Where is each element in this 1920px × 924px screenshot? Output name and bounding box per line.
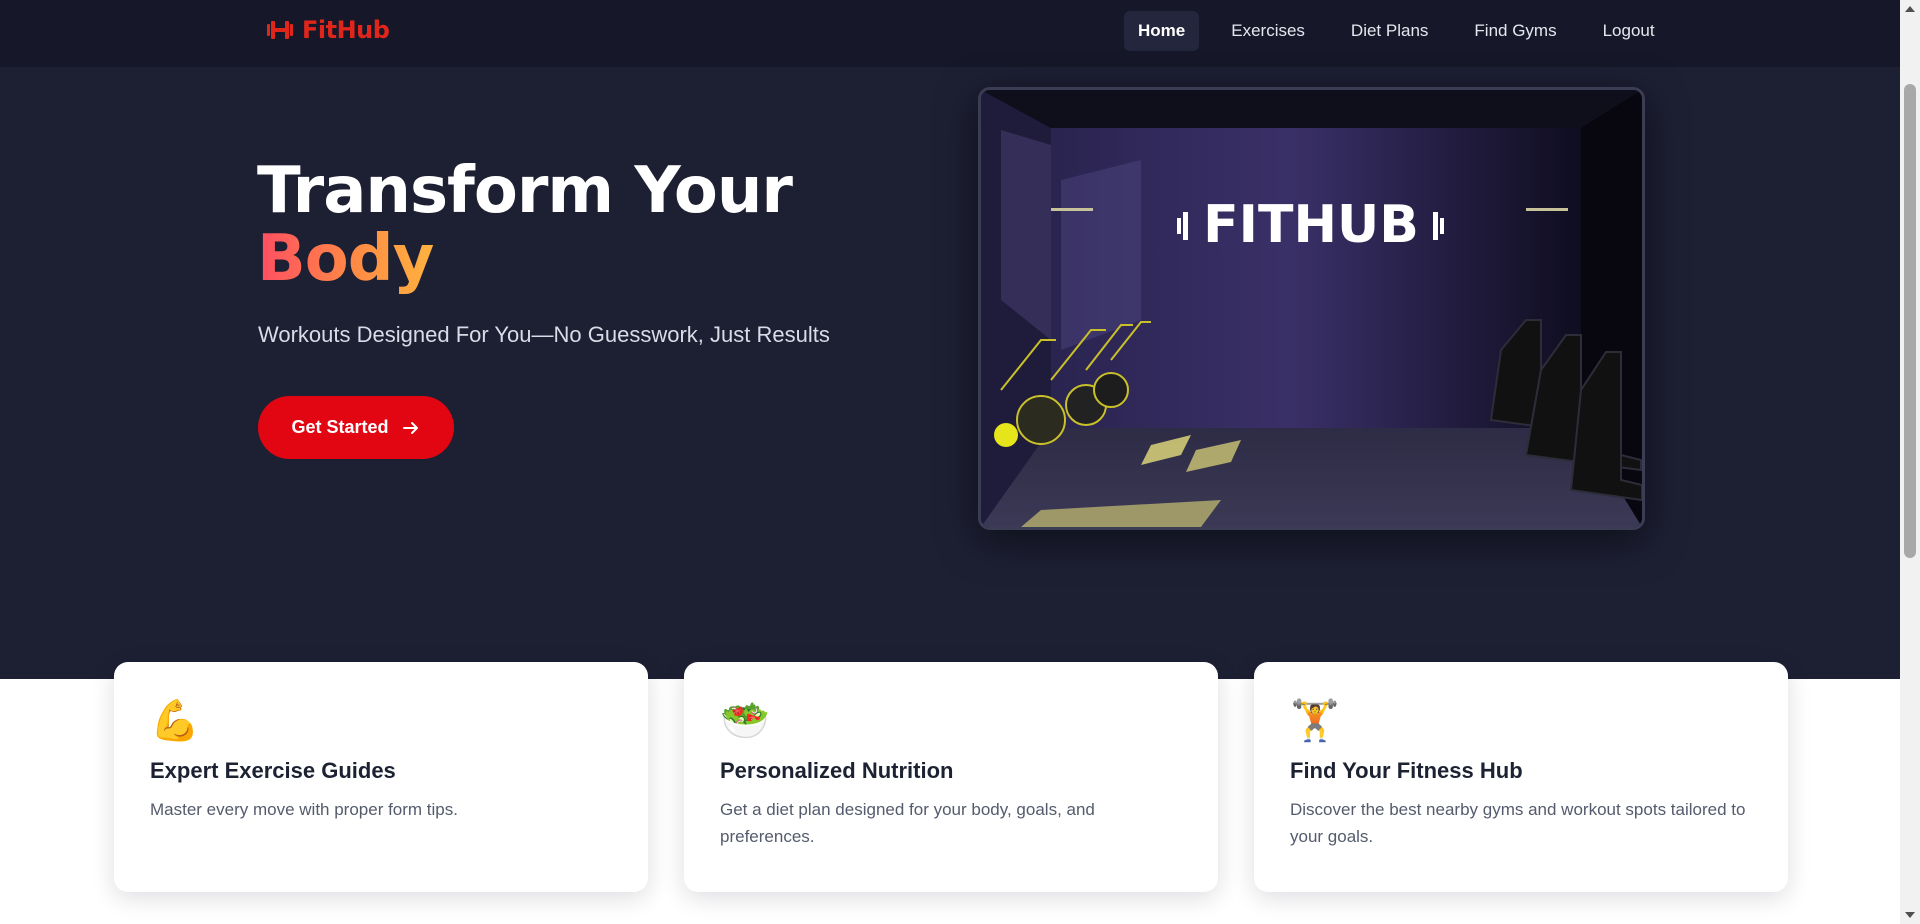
arrow-right-icon xyxy=(402,421,418,434)
brand-logo[interactable]: FitHub xyxy=(266,16,390,44)
get-started-button[interactable]: Get Started xyxy=(258,396,454,459)
nav-home[interactable]: Home xyxy=(1124,11,1200,51)
feature-description: Get a diet plan designed for your body, … xyxy=(720,800,1095,846)
feature-card-exercise[interactable]: 💪 Expert Exercise Guides Master every mo… xyxy=(114,662,648,892)
feature-card-gyms[interactable]: 🏋️ Find Your Fitness Hub Discover the be… xyxy=(1254,662,1788,892)
salad-bowl-icon: 🥗 xyxy=(720,698,770,744)
hero-subtitle: Workouts Designed For You—No Guesswork, … xyxy=(258,322,830,347)
hero-title-accent: Body xyxy=(257,222,434,296)
hero-gym-image: FITHUB xyxy=(978,87,1645,530)
feature-description: Discover the best nearby gyms and workou… xyxy=(1290,800,1746,846)
hero-title: Transform Your Body xyxy=(257,154,793,296)
navbar: FitHub Home Exercises Diet Plans Find Gy… xyxy=(0,0,1900,67)
sign-text: FITHUB xyxy=(1203,195,1419,255)
feature-title: Personalized Nutrition xyxy=(720,758,954,783)
scroll-up-arrow-icon[interactable] xyxy=(1905,6,1915,12)
main-nav: Home Exercises Diet Plans Find Gyms Logo… xyxy=(1124,11,1669,51)
feature-description: Master every move with proper form tips. xyxy=(150,800,458,819)
gym-illustration: FITHUB xyxy=(981,90,1642,527)
dumbbell-icon xyxy=(267,21,293,39)
flexed-biceps-icon: 💪 xyxy=(150,698,200,744)
weightlifter-icon: 🏋️ xyxy=(1290,698,1340,744)
feature-title: Expert Exercise Guides xyxy=(150,758,396,783)
nav-exercises[interactable]: Exercises xyxy=(1217,11,1319,51)
nav-logout[interactable]: Logout xyxy=(1589,11,1669,51)
feature-title: Find Your Fitness Hub xyxy=(1290,758,1523,783)
scroll-down-arrow-icon[interactable] xyxy=(1905,912,1915,918)
nav-diet-plans[interactable]: Diet Plans xyxy=(1337,11,1442,51)
nav-find-gyms[interactable]: Find Gyms xyxy=(1460,11,1570,51)
brand-name: FitHub xyxy=(302,16,390,44)
hero-title-line1: Transform Your xyxy=(257,154,793,228)
feature-card-nutrition[interactable]: 🥗 Personalized Nutrition Get a diet plan… xyxy=(684,662,1218,892)
page-scrollbar[interactable] xyxy=(1900,0,1920,924)
scroll-thumb[interactable] xyxy=(1904,84,1916,558)
fithub-sign: FITHUB xyxy=(1177,195,1444,255)
get-started-label: Get Started xyxy=(291,417,389,437)
